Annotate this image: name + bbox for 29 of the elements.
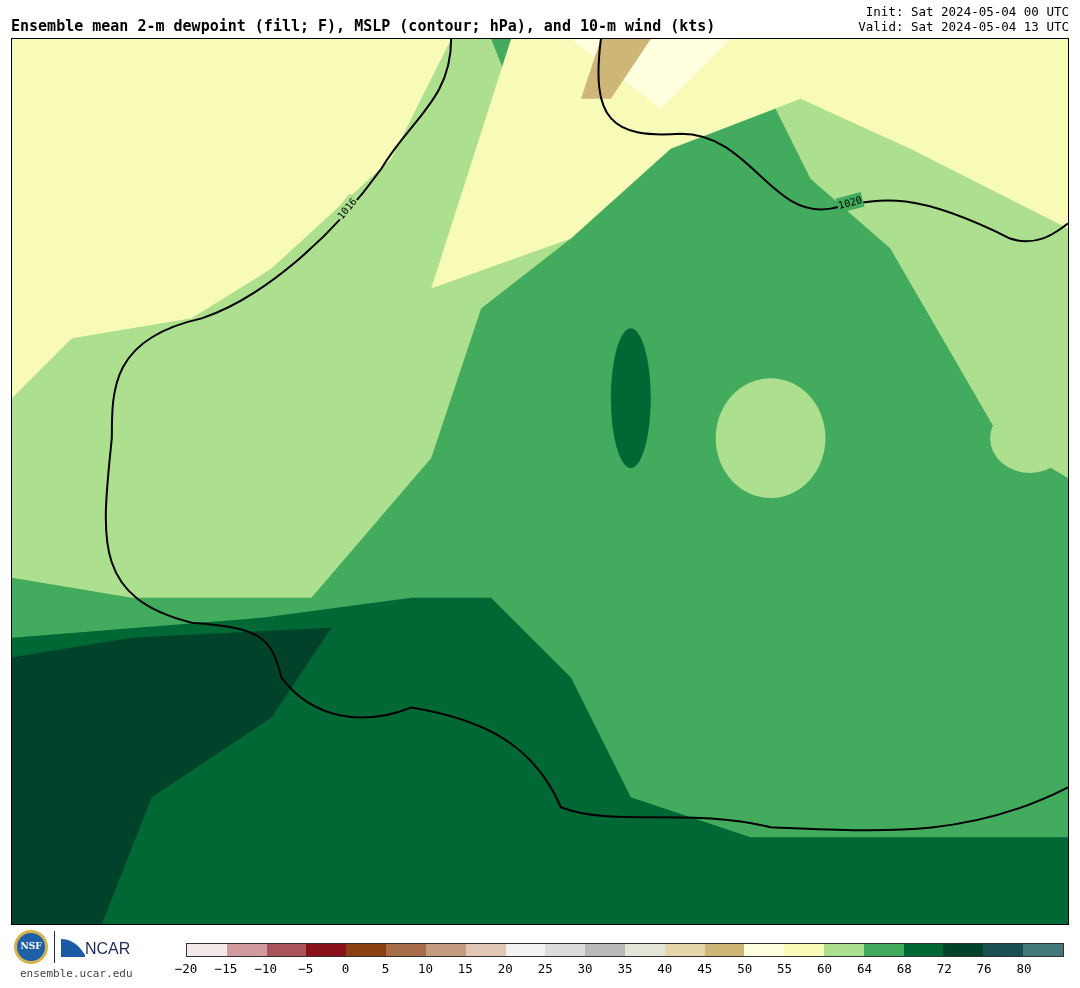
ncar-logo-text: NCAR	[85, 939, 131, 959]
tick-label: 0	[341, 960, 350, 978]
nsf-logo: NSF	[14, 930, 48, 964]
tick-label: 30	[577, 960, 593, 978]
tick-label: −20	[174, 960, 198, 978]
tick-label: 60	[816, 960, 833, 978]
tick-label: 5	[381, 960, 390, 978]
tick-label: 68	[896, 960, 912, 978]
tick-label: −10	[254, 960, 278, 978]
tick-label: −15	[214, 960, 238, 978]
tick-label: 80	[1016, 960, 1032, 978]
tick-label: 25	[537, 960, 553, 978]
valid-time: Valid: Sat 2024-05-04 13 UTC	[858, 19, 1069, 34]
tick-label: 55	[777, 960, 793, 978]
tick-label: 64	[856, 960, 872, 978]
tick-label: 40	[657, 960, 673, 978]
tick-label: 76	[976, 960, 992, 978]
chart-title: Ensemble mean 2-m dewpoint (fill; F), MSLP (contour; hPa), and 10-m wind (kts)	[11, 19, 716, 34]
site-url: ensemble.ucar.edu	[20, 966, 133, 982]
tick-label: 50	[737, 960, 753, 978]
tick-label: 45	[697, 960, 713, 978]
init-time: Init: Sat 2024-05-04 00 UTC	[865, 4, 1069, 19]
tick-label: 10	[417, 960, 433, 978]
tick-label: 72	[936, 960, 952, 978]
tick-label: 20	[497, 960, 513, 978]
tick-label: −5	[298, 960, 314, 978]
swoosh-icon	[61, 937, 85, 957]
tick-label: 35	[617, 960, 633, 978]
tick-label: 15	[457, 960, 473, 978]
